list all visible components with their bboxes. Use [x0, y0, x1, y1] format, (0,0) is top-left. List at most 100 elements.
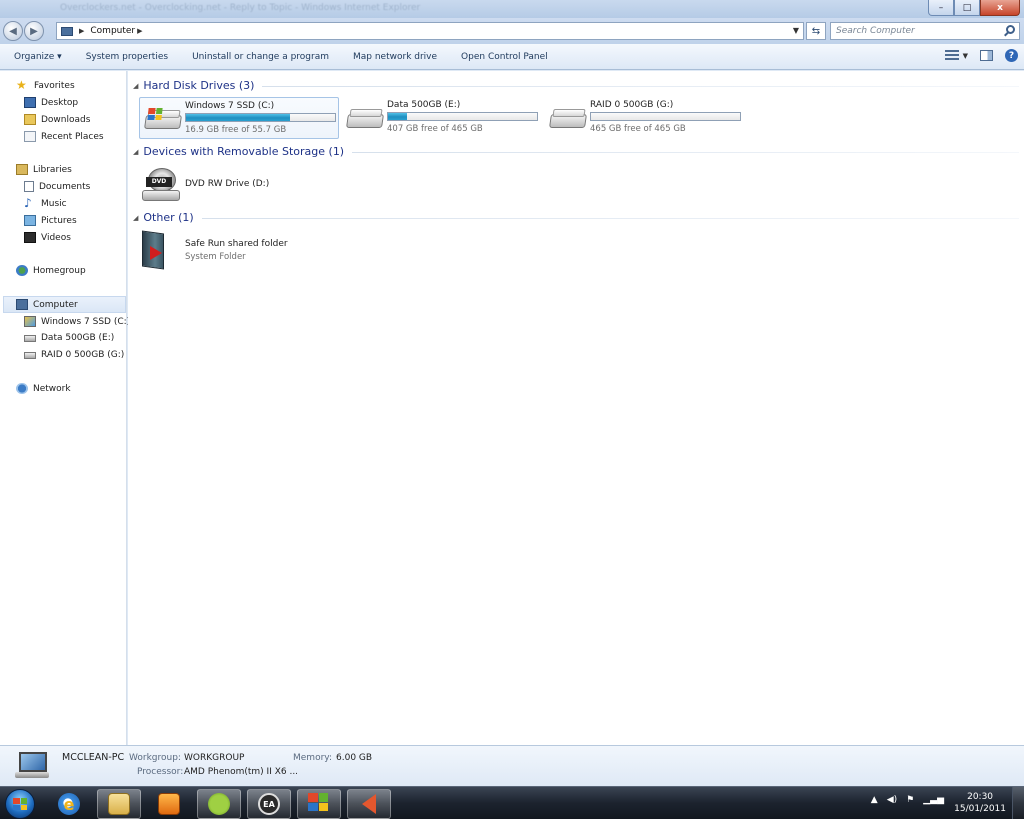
action-center-flag-icon[interactable]: ⚑	[906, 795, 914, 805]
forward-button[interactable]: ▶	[24, 21, 44, 41]
drive-name: Data 500GB (E:)	[387, 100, 461, 110]
nav-pictures[interactable]: Pictures	[24, 215, 77, 226]
nav-videos[interactable]: Videos	[24, 232, 71, 243]
minimize-button[interactable]: –	[928, 0, 954, 16]
nav-label: Network	[33, 383, 71, 394]
organize-button[interactable]: Organize ▾	[0, 52, 74, 62]
nav-downloads[interactable]: Downloads	[24, 114, 90, 125]
address-dropdown-icon[interactable]: ▼	[793, 26, 799, 35]
collapse-arrow-icon[interactable]: ◢	[133, 148, 138, 156]
open-control-panel-button[interactable]: Open Control Panel	[449, 52, 560, 62]
taskbar-spotify[interactable]	[197, 789, 241, 819]
computer-icon	[15, 752, 49, 780]
search-input[interactable]	[830, 22, 1020, 40]
spotify-icon	[208, 793, 230, 815]
system-properties-button[interactable]: System properties	[74, 52, 180, 62]
hard-drive-icon	[24, 351, 36, 359]
preview-pane-icon[interactable]	[980, 50, 993, 61]
breadcrumb-separator-icon[interactable]: ▶	[137, 27, 142, 35]
taskbar-windows-explorer[interactable]	[97, 789, 141, 819]
nav-documents[interactable]: Documents	[24, 181, 90, 192]
group-other[interactable]: ◢ Other (1)	[133, 211, 1019, 224]
title-bar: Overclockers.net - Overclocking.net - Re…	[0, 0, 1024, 18]
collapse-arrow-icon[interactable]: ◢	[133, 82, 138, 90]
drive-usage-bar	[185, 113, 336, 122]
nav-label: Homegroup	[33, 265, 86, 276]
processor-label: Processor:	[137, 767, 184, 777]
view-dropdown-icon[interactable]: ▼	[963, 52, 968, 60]
back-arrow-icon: ◀	[9, 25, 17, 37]
dvd-drive-icon[interactable]: DVD	[142, 168, 180, 202]
group-removable-storage[interactable]: ◢ Devices with Removable Storage (1)	[133, 145, 1019, 158]
nav-music[interactable]: ♪ Music	[24, 197, 67, 209]
nav-desktop[interactable]: Desktop	[24, 97, 78, 108]
documents-icon	[24, 181, 34, 192]
nav-drive-c[interactable]: Windows 7 SSD (C:)	[24, 316, 130, 327]
start-button[interactable]	[5, 789, 35, 819]
taskbar-sound-app[interactable]	[347, 789, 391, 819]
network-signal-icon[interactable]: ▁▃▅	[923, 795, 944, 805]
drive-name: RAID 0 500GB (G:)	[590, 100, 674, 110]
forward-arrow-icon: ▶	[30, 25, 38, 37]
content-pane: ◢ Hard Disk Drives (3) Windows 7 SSD (C:…	[128, 71, 1024, 745]
downloads-icon	[24, 114, 36, 125]
show-hidden-icons-icon[interactable]: ▲	[871, 795, 878, 805]
taskbar-windows-live[interactable]	[297, 789, 341, 819]
refresh-button[interactable]: ⇆	[806, 22, 826, 40]
command-bar: Organize ▾ System properties Uninstall o…	[0, 44, 1024, 70]
star-icon: ★	[16, 78, 27, 92]
change-view-icon[interactable]	[944, 49, 959, 62]
taskbar-media-player[interactable]	[147, 789, 191, 819]
help-icon[interactable]: ?	[1005, 49, 1018, 62]
nav-computer[interactable]: Computer	[3, 296, 126, 313]
maximize-button[interactable]: □	[954, 0, 980, 16]
uninstall-program-button[interactable]: Uninstall or change a program	[180, 52, 341, 62]
drive-item-c[interactable]: Windows 7 SSD (C:) 16.9 GB free of 55.7 …	[139, 97, 339, 139]
nav-drive-g[interactable]: RAID 0 500GB (G:)	[24, 350, 124, 360]
nav-label: Downloads	[41, 114, 91, 125]
homegroup-icon	[16, 265, 28, 276]
back-button[interactable]: ◀	[3, 21, 23, 41]
navigation-bar: ◀ ▶ ▶ Computer ▶ ▼ ⇆	[0, 18, 1024, 44]
map-network-drive-button[interactable]: Map network drive	[341, 52, 449, 62]
drive-item-g[interactable]: RAID 0 500GB (G:) 465 GB free of 465 GB	[545, 97, 745, 139]
dvd-drive-name[interactable]: DVD RW Drive (D:)	[185, 179, 269, 189]
collapse-arrow-icon[interactable]: ◢	[133, 214, 138, 222]
windows-logo-icon	[13, 798, 27, 810]
clock-date: 15/01/2011	[954, 804, 1006, 814]
nav-libraries[interactable]: Libraries	[16, 164, 72, 175]
taskbar-internet-explorer[interactable]: e	[47, 789, 91, 819]
volume-icon[interactable]: ◀)	[887, 795, 897, 805]
nav-label: Favorites	[34, 80, 75, 91]
view-controls: ▼ ?	[944, 49, 1018, 62]
shared-folder-name[interactable]: Safe Run shared folder	[185, 239, 288, 249]
nav-drive-e[interactable]: Data 500GB (E:)	[24, 333, 114, 343]
nav-recent-places[interactable]: Recent Places	[24, 131, 104, 142]
nav-favorites[interactable]: ★ Favorites	[16, 78, 75, 92]
group-hard-disk-drives[interactable]: ◢ Hard Disk Drives (3)	[133, 79, 1019, 92]
computer-icon	[16, 299, 28, 310]
nav-homegroup[interactable]: Homegroup	[16, 265, 86, 276]
recent-places-icon	[24, 131, 36, 142]
address-bar[interactable]: ▶ Computer ▶ ▼	[56, 22, 804, 40]
show-desktop-button[interactable]	[1012, 787, 1024, 819]
breadcrumb-separator-icon[interactable]: ▶	[79, 27, 84, 35]
system-tray: ▲ ◀) ⚑ ▁▃▅	[871, 795, 944, 805]
breadcrumb-computer[interactable]: Computer	[90, 26, 135, 36]
nav-label: Desktop	[41, 97, 79, 108]
shared-folder-icon[interactable]	[142, 230, 176, 272]
workgroup-value: WORKGROUP	[184, 753, 245, 763]
group-title: Hard Disk Drives (3)	[143, 79, 255, 92]
search-icon[interactable]	[1006, 25, 1015, 34]
clock[interactable]: 20:30 15/01/2011	[954, 791, 1006, 815]
nav-label: Libraries	[33, 164, 72, 175]
ssd-drive-icon	[24, 316, 36, 327]
computer-name: MCCLEAN-PC	[62, 752, 125, 763]
drive-free-space: 16.9 GB free of 55.7 GB	[185, 125, 287, 135]
nav-network[interactable]: Network	[16, 383, 71, 394]
windows-flag-icon	[308, 793, 330, 815]
taskbar-ea[interactable]: EA	[247, 789, 291, 819]
taskbar: e EA ▲ ◀) ⚑ ▁▃▅ 20:30 15/01/2011	[0, 786, 1024, 819]
drive-item-e[interactable]: Data 500GB (E:) 407 GB free of 465 GB	[342, 97, 542, 139]
close-button[interactable]: x	[980, 0, 1020, 16]
